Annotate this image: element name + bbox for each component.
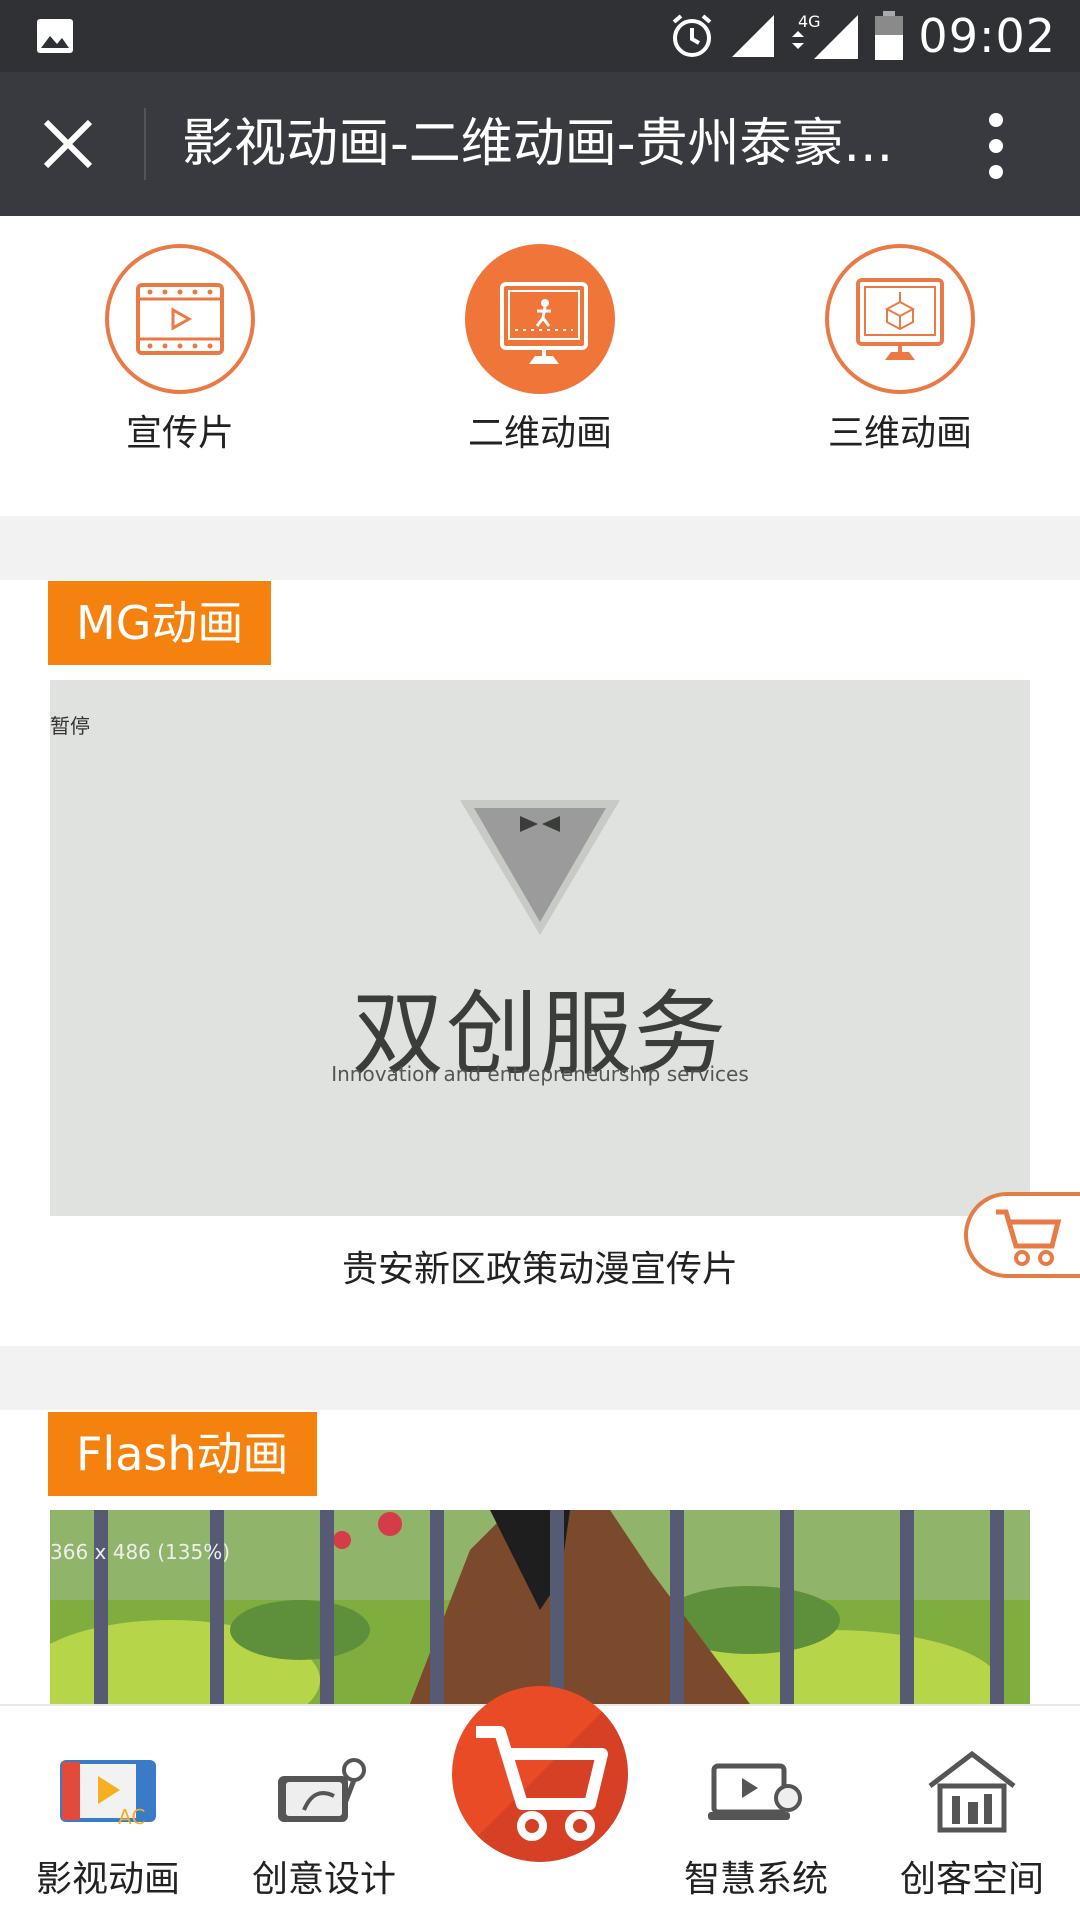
battery-icon	[875, 11, 904, 60]
section-divider	[0, 516, 1080, 580]
nav-creative-design[interactable]: 创意设计	[224, 1706, 424, 1922]
svg-text:AC: AC	[118, 1805, 145, 1829]
section-divider	[0, 1346, 1080, 1410]
category-circle	[465, 244, 615, 394]
title-bar: 影视动画-二维动画-贵州泰豪...	[0, 72, 1080, 216]
network-4g-icon: 4G	[792, 12, 859, 59]
video-overlay-text: 暂停	[50, 714, 90, 738]
close-icon[interactable]	[40, 116, 96, 172]
category-3d-animation[interactable]: 三维动画	[790, 244, 1010, 484]
nav-label: 影视动画	[35, 1859, 180, 1900]
monitor-2d-icon	[500, 282, 588, 364]
smart-system-icon	[708, 1763, 802, 1820]
nav-label: 智慧系统	[683, 1859, 828, 1900]
video-subtitle: Innovation and entrepreneurship services	[331, 1062, 749, 1086]
clock-time: 09:02	[918, 9, 1056, 63]
section-tag-flash: Flash动画	[48, 1412, 317, 1496]
video-overlay-text: 366 x 486 (135%)	[50, 1540, 231, 1564]
section-tag-mg: MG动画	[48, 581, 272, 665]
film-animation-icon: AC	[60, 1760, 156, 1829]
category-label: 二维动画	[467, 413, 612, 454]
maker-space-icon	[928, 1750, 1016, 1833]
alarm-icon	[673, 14, 712, 57]
title-separator	[144, 108, 146, 180]
monitor-3d-icon	[856, 278, 944, 360]
floating-cart-button[interactable]	[964, 1192, 1080, 1278]
category-row: 宣传片 二维动画 三维动画	[0, 216, 1080, 516]
nav-maker-space[interactable]: 创客空间	[872, 1706, 1072, 1922]
bowtie-triangle-logo	[460, 800, 620, 935]
video-player-mg[interactable]: 暂停 双创服务 Innovation and entrepreneurship …	[50, 680, 1030, 1216]
signal-icon	[732, 15, 775, 57]
category-circle	[825, 244, 975, 394]
nav-smart-system[interactable]: 智慧系统	[656, 1706, 856, 1922]
nav-label: 创意设计	[251, 1859, 396, 1900]
nav-film-animation[interactable]: AC 影视动画	[8, 1706, 208, 1922]
shopping-cart-icon	[452, 1686, 628, 1862]
category-circle	[105, 244, 255, 394]
category-2d-animation[interactable]: 二维动画	[430, 244, 650, 484]
category-label: 宣传片	[125, 413, 234, 454]
page-title: 影视动画-二维动画-贵州泰豪...	[182, 114, 894, 174]
category-label: 三维动画	[827, 413, 972, 454]
nav-label: 创客空间	[899, 1859, 1044, 1900]
network-label: 4G	[798, 12, 821, 31]
video-caption[interactable]: 贵安新区政策动漫宣传片	[0, 1240, 1080, 1292]
tablet-design-icon	[278, 1758, 366, 1822]
cart-icon	[996, 1209, 1062, 1266]
more-icon[interactable]	[984, 112, 1008, 180]
center-cart-button[interactable]	[452, 1686, 628, 1862]
image-icon	[37, 19, 73, 53]
category-promo-video[interactable]: 宣传片	[70, 244, 290, 484]
status-bar: 4G 09:02	[0, 0, 1080, 72]
video-film-icon	[136, 283, 224, 355]
video-player-flash[interactable]: 366 x 486 (135%)	[50, 1510, 1030, 1704]
